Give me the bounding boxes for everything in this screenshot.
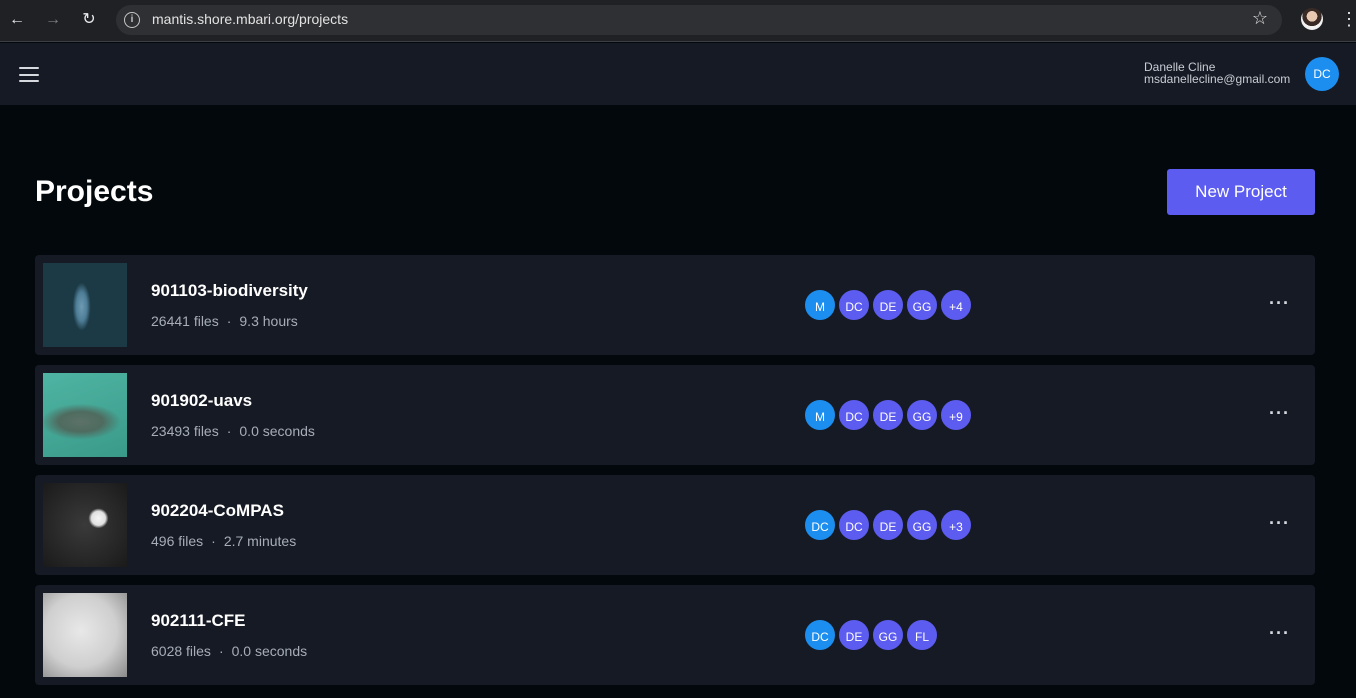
- forward-arrow-icon[interactable]: →: [42, 9, 64, 31]
- member-avatar[interactable]: FL: [905, 618, 939, 652]
- project-thumbnail[interactable]: [43, 263, 127, 347]
- project-name[interactable]: 902204-CoMPAS: [151, 501, 284, 521]
- hamburger-menu-icon[interactable]: [19, 67, 39, 82]
- member-avatar[interactable]: DC: [803, 508, 837, 542]
- duration: 2.7 minutes: [223, 533, 297, 549]
- url-text[interactable]: mantis.shore.mbari.org/projects: [152, 11, 348, 27]
- separator-dot: ·: [226, 313, 232, 329]
- browser-menu-icon[interactable]: ⋮: [1340, 8, 1356, 30]
- project-meta: 26441 files · 9.3 hours: [151, 313, 298, 329]
- member-avatars: M DC DE GG +4: [803, 288, 973, 322]
- project-thumbnail[interactable]: [43, 593, 127, 677]
- member-avatar[interactable]: DC: [837, 508, 871, 542]
- site-info-icon[interactable]: i: [124, 12, 140, 28]
- more-members-badge[interactable]: +4: [939, 288, 973, 322]
- reload-icon[interactable]: ↻: [78, 9, 100, 31]
- project-row[interactable]: 901902-uavs 23493 files · 0.0 seconds M DC…: [35, 365, 1315, 465]
- member-avatar[interactable]: M: [803, 398, 837, 432]
- separator-dot: ·: [211, 533, 216, 549]
- project-thumbnail[interactable]: [43, 483, 127, 567]
- project-row[interactable]: 902204-CoMPAS 496 files · 2.7 minutes DC D…: [35, 475, 1315, 575]
- member-avatar[interactable]: GG: [905, 398, 939, 432]
- page-title: Projects: [35, 175, 154, 208]
- file-count: 6028 files: [151, 643, 211, 659]
- project-row[interactable]: 901103-biodiversity 26441 files · 9.3 hour…: [35, 255, 1315, 355]
- project-meta: 23493 files · 0.0 seconds: [151, 423, 315, 439]
- project-meta: 6028 files · 0.0 seconds: [151, 643, 307, 659]
- new-project-button[interactable]: New Project: [1167, 169, 1315, 215]
- member-avatar[interactable]: DC: [837, 288, 871, 322]
- more-members-badge[interactable]: +3: [939, 508, 973, 542]
- back-arrow-icon[interactable]: ←: [6, 9, 28, 31]
- more-options-icon[interactable]: ···: [1269, 513, 1289, 533]
- address-bar[interactable]: i mantis.shore.mbari.org/projects ☆: [116, 5, 1282, 35]
- file-count: 23493 files: [151, 423, 219, 439]
- project-thumbnail[interactable]: [43, 373, 127, 457]
- project-name[interactable]: 901902-uavs: [151, 391, 252, 411]
- member-avatar[interactable]: DE: [837, 618, 871, 652]
- member-avatars: DC DC DE GG +3: [803, 508, 973, 542]
- member-avatar[interactable]: DC: [803, 618, 837, 652]
- project-meta: 496 files · 2.7 minutes: [151, 533, 296, 549]
- more-members-badge[interactable]: +9: [939, 398, 973, 432]
- user-avatar[interactable]: DC: [1305, 57, 1339, 91]
- more-options-icon[interactable]: ···: [1269, 623, 1289, 643]
- member-avatar[interactable]: DC: [837, 398, 871, 432]
- member-avatars: M DC DE GG +9: [803, 398, 973, 432]
- project-list: 901103-biodiversity 26441 files · 9.3 hour…: [35, 255, 1315, 695]
- project-name[interactable]: 902111-CFE: [151, 611, 246, 631]
- project-name[interactable]: 901103-biodiversity: [151, 281, 308, 301]
- member-avatar[interactable]: DE: [871, 508, 905, 542]
- browser-toolbar: ← → ↻ i mantis.shore.mbari.org/projects …: [0, 0, 1356, 42]
- project-row[interactable]: 902111-CFE 6028 files · 0.0 seconds DC DE …: [35, 585, 1315, 685]
- user-email: msdanellecline@gmail.com: [1144, 72, 1291, 86]
- more-options-icon[interactable]: ···: [1269, 403, 1289, 423]
- member-avatars: DC DE GG FL: [803, 618, 939, 652]
- separator-dot: ·: [218, 643, 224, 659]
- browser-profile-avatar[interactable]: [1301, 8, 1323, 30]
- member-avatar[interactable]: M: [803, 288, 837, 322]
- separator-dot: ·: [226, 423, 232, 439]
- more-options-icon[interactable]: ···: [1269, 293, 1289, 313]
- app-header: Danelle Cline msdanellecline@gmail.com D…: [0, 43, 1356, 105]
- member-avatar[interactable]: DE: [871, 288, 905, 322]
- member-avatar[interactable]: GG: [871, 618, 905, 652]
- member-avatar[interactable]: DE: [871, 398, 905, 432]
- duration: 0.0 seconds: [239, 423, 315, 439]
- bookmark-star-icon[interactable]: ☆: [1252, 8, 1268, 29]
- file-count: 26441 files: [151, 313, 219, 329]
- duration: 0.0 seconds: [231, 643, 308, 659]
- duration: 9.3 hours: [239, 313, 298, 329]
- member-avatar[interactable]: GG: [905, 288, 939, 322]
- member-avatar[interactable]: GG: [905, 508, 939, 542]
- file-count: 496 files: [151, 533, 204, 549]
